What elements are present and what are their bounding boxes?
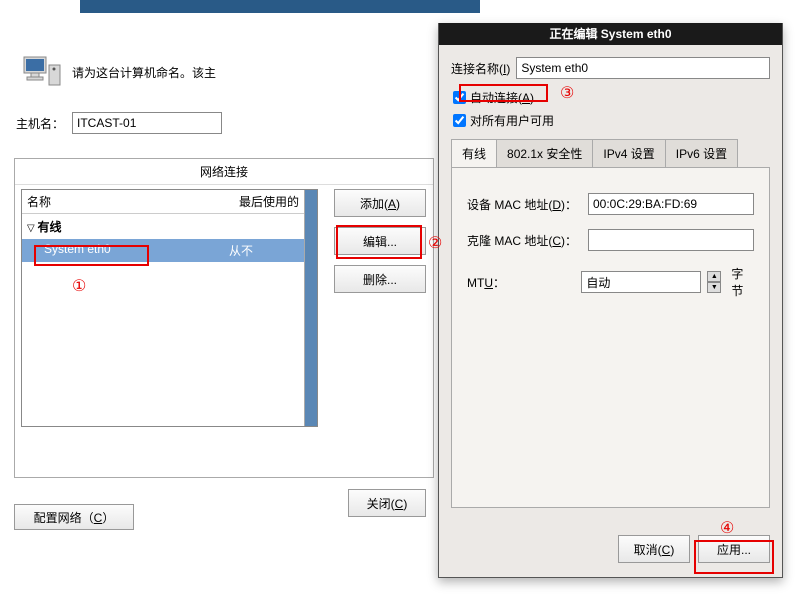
tab-ipv4[interactable]: IPv4 设置: [592, 139, 665, 167]
mtu-unit: 字节: [731, 265, 754, 299]
list-item-name: System eth0: [44, 242, 229, 259]
edit-connection-dialog: 正在编辑 System eth0 连接名称(I) 自动连接(A) 对所有用户可用…: [438, 23, 783, 578]
category-wired[interactable]: 有线: [22, 214, 304, 239]
hostname-input[interactable]: [72, 112, 222, 134]
add-button[interactable]: 添加(A): [334, 189, 426, 217]
tab-content-wired: 设备 MAC 地址(D)： 克隆 MAC 地址(C)： MTU： ▲ ▼ 字节: [451, 168, 770, 508]
all-users-checkbox[interactable]: [453, 114, 466, 127]
mtu-down-button[interactable]: ▼: [707, 282, 721, 293]
connection-name-input[interactable]: [516, 57, 770, 79]
mtu-label: MTU：: [467, 274, 575, 291]
configure-network-button[interactable]: 配置网络（C）: [14, 504, 134, 530]
dialog-title: 正在编辑 System eth0: [439, 23, 782, 45]
network-connections-panel: 网络连接 名称 最后使用的 有线 System eth0 从不 添加(A) 编辑…: [14, 158, 434, 478]
edit-button[interactable]: 编辑...: [334, 227, 426, 255]
tabs: 有线 802.1x 安全性 IPv4 设置 IPv6 设置: [451, 139, 770, 168]
device-mac-input[interactable]: [588, 193, 754, 215]
delete-button[interactable]: 删除...: [334, 265, 426, 293]
scrollbar[interactable]: [304, 190, 317, 426]
auto-connect-checkbox[interactable]: [453, 91, 466, 104]
network-list[interactable]: 名称 最后使用的 有线 System eth0 从不: [21, 189, 318, 427]
cloned-mac-input[interactable]: [588, 229, 754, 251]
device-mac-label: 设备 MAC 地址(D)：: [467, 196, 582, 213]
list-item[interactable]: System eth0 从不: [22, 239, 304, 262]
hostname-row: 主机名：: [16, 112, 222, 134]
close-button[interactable]: 关闭(C): [348, 489, 426, 517]
hostname-prompt-text: 请为这台计算机命名。该主: [72, 64, 216, 81]
apply-button[interactable]: 应用...: [698, 535, 770, 563]
network-panel-title: 网络连接: [15, 159, 433, 185]
tab-wired[interactable]: 有线: [451, 139, 497, 167]
list-item-last: 从不: [229, 242, 299, 259]
connection-name-label: 连接名称(I): [451, 60, 510, 77]
mtu-up-button[interactable]: ▲: [707, 271, 721, 282]
auto-connect-label: 自动连接(A): [470, 89, 534, 106]
cancel-button[interactable]: 取消(C): [618, 535, 690, 563]
mtu-input[interactable]: [581, 271, 701, 293]
all-users-label: 对所有用户可用: [470, 112, 554, 129]
computer-icon: [22, 55, 62, 90]
column-last-used: 最后使用的: [224, 190, 304, 213]
top-banner: [80, 0, 480, 13]
mtu-spinner[interactable]: ▲ ▼: [707, 271, 721, 293]
hostname-label: 主机名：: [16, 115, 64, 132]
network-list-header: 名称 最后使用的: [22, 190, 304, 214]
tab-ipv6[interactable]: IPv6 设置: [665, 139, 738, 167]
hostname-prompt-area: 请为这台计算机命名。该主: [22, 55, 216, 90]
column-name: 名称: [22, 190, 224, 213]
tab-security[interactable]: 802.1x 安全性: [496, 139, 593, 167]
cloned-mac-label: 克隆 MAC 地址(C)：: [467, 232, 582, 249]
